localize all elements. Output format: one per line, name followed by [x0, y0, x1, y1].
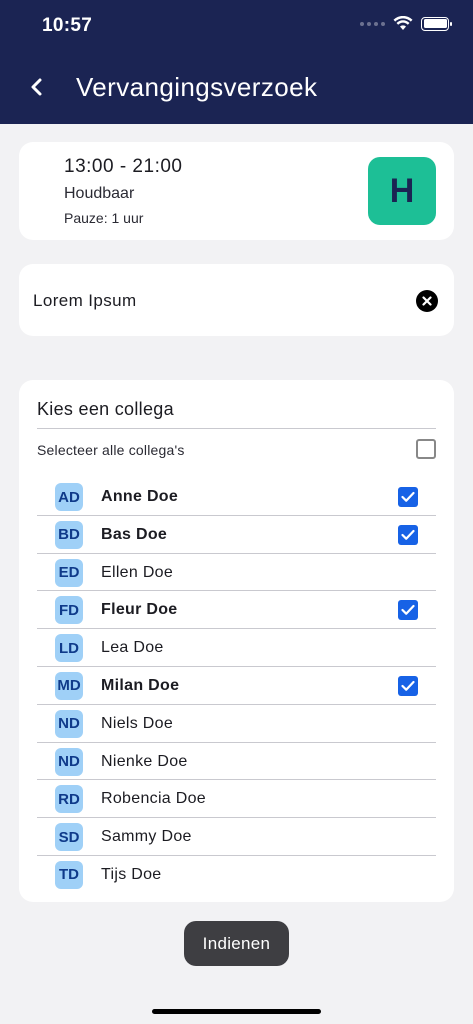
colleague-row[interactable]: RD Robencia Doe [37, 780, 436, 819]
shift-time: 13:00 - 21:00 [64, 156, 183, 177]
avatar: FD [55, 596, 83, 625]
checkmark-icon [401, 491, 415, 502]
colleague-name: Bas Doe [101, 525, 168, 543]
colleague-row[interactable]: ND Nienke Doe [37, 743, 436, 781]
select-all-checkbox[interactable] [416, 439, 436, 459]
avatar: RD [55, 785, 83, 814]
reason-field[interactable]: Lorem Ipsum [19, 264, 454, 336]
chevron-left-icon [31, 78, 42, 96]
submit-button[interactable]: Indienen [184, 921, 289, 966]
home-indicator [152, 1009, 321, 1014]
status-time: 10:57 [42, 15, 93, 36]
colleague-row[interactable]: BD Bas Doe [37, 516, 436, 554]
colleague-name: Sammy Doe [101, 828, 192, 846]
wifi-icon [393, 16, 413, 30]
checkmark-icon [401, 680, 415, 691]
shift-pause: Pauze: 1 uur [64, 210, 144, 226]
signal-icon [360, 21, 385, 26]
avatar: BD [55, 520, 83, 549]
colleague-row[interactable]: SD Sammy Doe [37, 818, 436, 856]
colleague-picker-title: Kies een collega [37, 399, 174, 419]
colleague-name: Nienke Doe [101, 752, 188, 770]
avatar: ND [55, 709, 83, 738]
checkmark-icon [401, 605, 415, 616]
battery-icon [421, 16, 452, 31]
colleague-name: Robencia Doe [101, 790, 206, 808]
colleague-picker: Kies een collega Selecteer alle collega'… [19, 380, 454, 902]
colleague-name: Anne Doe [101, 488, 179, 505]
colleague-row[interactable]: AD Anne Doe [37, 478, 436, 516]
status-icons [360, 16, 452, 31]
colleague-name: Lea Doe [101, 639, 164, 657]
back-button[interactable] [22, 72, 52, 102]
colleague-checkbox[interactable] [398, 600, 418, 621]
clear-button[interactable] [416, 290, 438, 312]
close-circle-icon [422, 296, 432, 306]
colleague-name: Niels Doe [101, 714, 174, 732]
avatar: SD [55, 823, 83, 852]
colleague-list: AD Anne Doe BD Bas Doe ED Ellen Doe FD Fleur Do… [37, 478, 436, 894]
avatar: AD [55, 483, 83, 511]
colleague-row[interactable]: MD Milan Doe [37, 667, 436, 705]
divider [37, 428, 436, 429]
colleague-checkbox[interactable] [398, 524, 418, 545]
colleague-name: Ellen Doe [101, 563, 174, 581]
avatar: LD [55, 634, 83, 663]
shift-name: Houdbaar [64, 185, 135, 202]
colleague-name: Milan Doe [101, 676, 180, 694]
shift-card: 13:00 - 21:00 Houdbaar Pauze: 1 uur H [19, 142, 454, 240]
colleague-checkbox[interactable] [398, 675, 418, 696]
checkmark-icon [401, 529, 415, 540]
reason-value: Lorem Ipsum [33, 291, 137, 310]
colleague-row[interactable]: ND Niels Doe [37, 705, 436, 743]
select-all-label: Selecteer alle collega's [37, 442, 185, 458]
app-header: 10:57 Vervangingsverzoek [0, 0, 473, 124]
colleague-row[interactable]: TD Tijs Doe [37, 856, 436, 894]
avatar: TD [55, 860, 83, 889]
avatar: ND [55, 747, 83, 776]
colleague-name: Tijs Doe [101, 865, 162, 883]
page-title: Vervangingsverzoek [76, 72, 318, 102]
colleague-name: Fleur Doe [101, 601, 178, 619]
colleague-row[interactable]: LD Lea Doe [37, 629, 436, 667]
colleague-row[interactable]: FD Fleur Doe [37, 591, 436, 630]
shift-badge: H [368, 157, 436, 225]
colleague-row[interactable]: ED Ellen Doe [37, 554, 436, 592]
colleague-checkbox[interactable] [398, 487, 418, 507]
avatar: ED [55, 558, 83, 587]
avatar: MD [55, 671, 83, 700]
